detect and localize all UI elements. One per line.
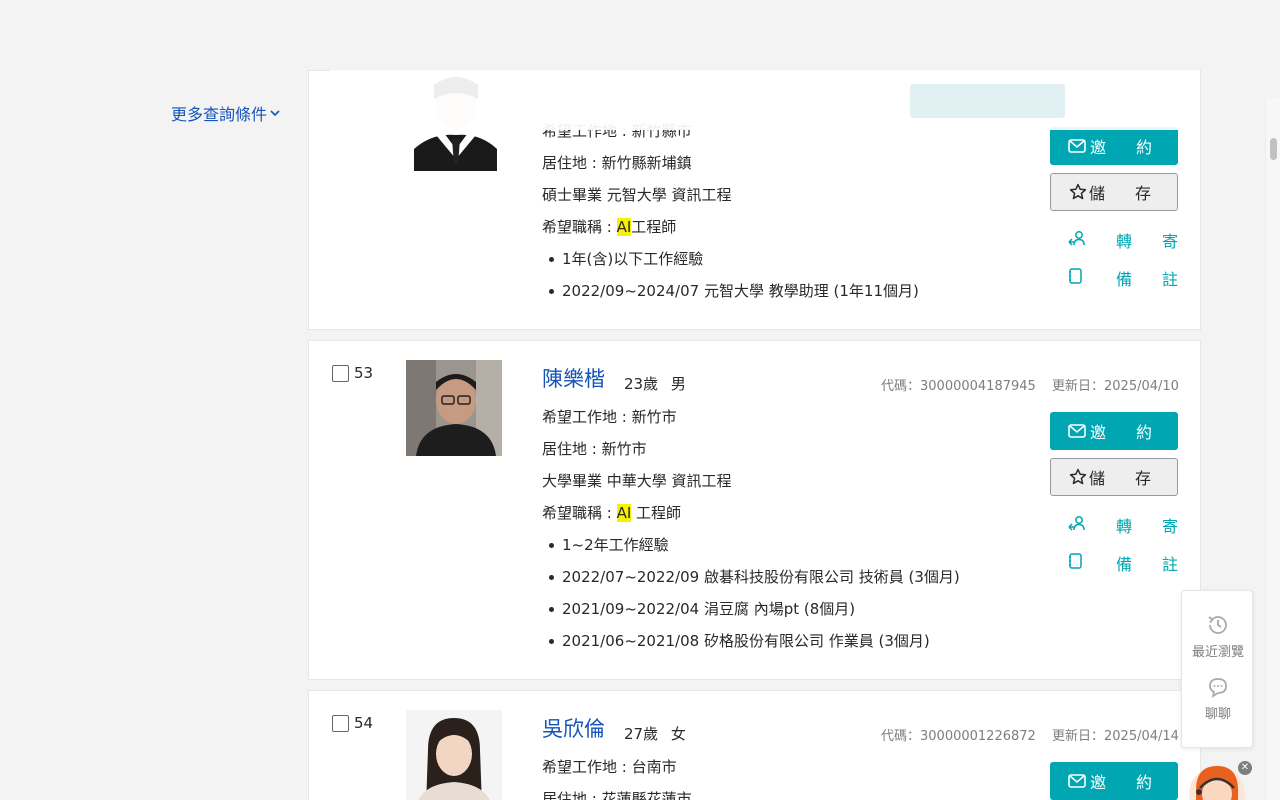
candidate-photo [414, 75, 497, 171]
forward-user-icon [1068, 230, 1085, 250]
forward-link[interactable]: 轉寄 [1068, 513, 1178, 537]
star-icon [1069, 468, 1087, 486]
candidate-card: 54 吳欣倫 27歲 女 代碼：30000001226872 更新日：2025/… [308, 690, 1201, 800]
candidate-photo [406, 360, 502, 456]
candidate-code: 代碼：30000001226872 [881, 729, 1036, 744]
job-title: 希望職稱 : AI 工程師 [542, 497, 960, 529]
forward-label: 轉寄 [1115, 232, 1208, 251]
note-link[interactable]: 備註 [1068, 266, 1178, 290]
candidate-info: 希望工作地 : 新竹市 居住地 : 新竹市 大學畢業 中華大學 資訊工程 希望職… [542, 401, 960, 657]
candidate-age-sex: 23歲 男 [624, 375, 686, 393]
invite-label: 邀約 [1089, 423, 1182, 442]
save-button[interactable]: 儲存 [1050, 173, 1178, 211]
star-icon [1069, 183, 1087, 201]
candidate-updated: 更新日：2025/04/10 [1052, 379, 1179, 394]
select-checkbox[interactable]: 54 [332, 714, 373, 732]
invite-button[interactable]: 邀約 [1050, 412, 1178, 450]
mail-icon [1068, 137, 1086, 155]
chat-button[interactable]: 聊聊 [1182, 675, 1254, 722]
save-button[interactable]: 儲存 [1050, 458, 1178, 496]
save-label: 儲存 [1088, 469, 1181, 488]
page-scrollbar[interactable] [1265, 98, 1280, 800]
chat-label: 聊聊 [1204, 707, 1231, 722]
recent-viewed-button[interactable]: 最近瀏覽 [1182, 613, 1254, 660]
save-label: 儲存 [1088, 184, 1181, 203]
experience-list: 1年(含)以下工作經驗 2022/09~2024/07 元智大學 教學助理 (1… [542, 243, 919, 307]
invite-label: 邀約 [1089, 773, 1182, 792]
work-location: 希望工作地 : 新竹市 [542, 408, 677, 426]
candidate-code: 代碼：30000004187945 [881, 379, 1036, 394]
experience-item: 1年(含)以下工作經驗 [542, 243, 919, 275]
mail-icon [1068, 422, 1086, 440]
experience-item: 1~2年工作經驗 [542, 529, 960, 561]
note-label: 備註 [1115, 555, 1208, 574]
job-title: 希望職稱 : AI工程師 [542, 211, 919, 243]
experience-list: 1~2年工作經驗 2022/07~2022/09 啟碁科技股份有限公司 技術員 … [542, 529, 960, 657]
residence: 居住地 : 花蓮縣花蓮市 [542, 790, 692, 800]
candidate-index: 54 [354, 714, 374, 732]
job-title-prefix: 希望職稱 : [542, 218, 617, 236]
candidate-info: 希望工作地 : 台南市 居住地 : 花蓮縣花蓮市 [542, 751, 692, 800]
note-link[interactable]: 備註 [1068, 551, 1178, 575]
work-location: 希望工作地 : 台南市 [542, 758, 677, 776]
experience-item: 2021/06~2021/08 矽格股份有限公司 作業員 (3個月) [542, 625, 960, 657]
forward-label: 轉寄 [1115, 517, 1208, 536]
education: 大學畢業 中華大學 資訊工程 [542, 472, 732, 490]
candidate-name[interactable]: 陳樂楷 [542, 363, 605, 393]
experience-item: 2021/09~2022/04 涓豆腐 內場pt (8個月) [542, 593, 960, 625]
candidate-card: 希望工作地 : 新竹縣市 居住地 : 新竹縣新埔鎮 碩士畢業 元智大學 資訊工程… [308, 70, 1201, 330]
invite-label: 邀約 [1089, 138, 1182, 157]
more-filter-label: 更多查詢條件 [171, 105, 268, 124]
education: 碩士畢業 元智大學 資訊工程 [542, 186, 732, 204]
history-icon [1208, 616, 1227, 634]
forward-link[interactable]: 轉寄 [1068, 228, 1178, 252]
candidate-updated: 更新日：2025/04/14 [1052, 729, 1179, 744]
chevron-down-icon [270, 110, 280, 117]
sticky-toolbar-button [910, 84, 1065, 118]
recent-viewed-label: 最近瀏覽 [1191, 645, 1244, 660]
checkbox[interactable] [332, 364, 349, 382]
chat-bubble-icon [1209, 678, 1227, 698]
note-icon [1068, 268, 1082, 288]
job-title-prefix: 希望職稱 : [542, 504, 617, 522]
floating-side-panel: 最近瀏覽 聊聊 [1181, 590, 1253, 748]
forward-user-icon [1068, 515, 1085, 535]
candidate-info: 希望工作地 : 新竹縣市 居住地 : 新竹縣新埔鎮 碩士畢業 元智大學 資訊工程… [542, 115, 919, 307]
candidate-age-sex: 27歲 女 [624, 725, 686, 743]
note-label: 備註 [1115, 270, 1208, 289]
checkbox[interactable] [332, 714, 349, 732]
job-title-suffix: 工程師 [631, 504, 682, 522]
candidate-photo [406, 710, 502, 800]
select-checkbox[interactable]: 53 [332, 364, 373, 382]
job-title-highlight: AI [616, 218, 632, 236]
candidate-index: 53 [354, 364, 374, 382]
more-filter-link[interactable]: 更多查詢條件 [171, 101, 281, 125]
mail-icon [1068, 772, 1086, 790]
scrollbar-thumb[interactable] [1270, 138, 1277, 160]
residence: 居住地 : 新竹市 [542, 440, 647, 458]
note-icon [1068, 553, 1082, 573]
work-location: 希望工作地 : 新竹縣市 [542, 122, 692, 140]
candidate-name[interactable]: 吳欣倫 [542, 713, 605, 743]
job-title-suffix: 工程師 [631, 218, 677, 236]
invite-button[interactable]: 邀約 [1050, 762, 1178, 800]
candidate-card: 53 陳樂楷 23歲 男 代碼：30000004187945 更新日：2025/… [308, 340, 1201, 680]
experience-item: 2022/07~2022/09 啟碁科技股份有限公司 技術員 (3個月) [542, 561, 960, 593]
close-icon[interactable]: ✕ [1238, 761, 1252, 775]
job-title-highlight: AI [616, 504, 632, 522]
residence: 居住地 : 新竹縣新埔鎮 [542, 154, 692, 172]
invite-button[interactable]: 邀約 [1050, 127, 1178, 165]
experience-item: 2022/09~2024/07 元智大學 教學助理 (1年11個月) [542, 275, 919, 307]
